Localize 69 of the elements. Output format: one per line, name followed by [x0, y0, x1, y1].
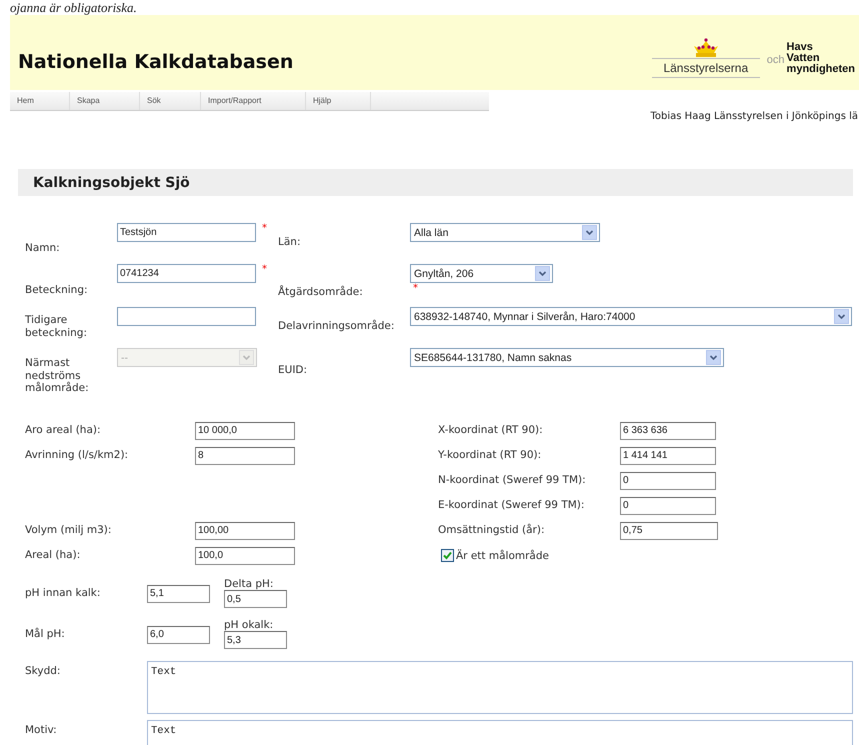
logo-text: Vatten [786, 53, 821, 64]
dropdown[interactable]: Alla län [410, 223, 600, 242]
site-title: Nationella Kalkdatabasen [18, 50, 294, 72]
field-label: Delta pH: [224, 579, 274, 590]
field-label: E-koordinat (Sweref 99 TM): [438, 499, 586, 512]
text-field[interactable]: 0741234 [117, 264, 256, 283]
field-label: Delavrinningsområde: [278, 320, 394, 333]
chevron-down-icon [535, 266, 550, 281]
text-field[interactable]: 0 [620, 472, 716, 490]
nav-link[interactable]: Skapa [70, 92, 140, 110]
chevron-down-icon [706, 350, 721, 365]
field-label: EUID: [278, 364, 308, 376]
field-label: Namn: [25, 242, 60, 255]
chevron-down-icon [239, 350, 254, 365]
text-field[interactable]: 1 414 141 [620, 446, 716, 464]
text-field[interactable]: 10 000,0 [195, 422, 295, 440]
field-label: Skydd: [25, 664, 62, 678]
field-label: Tidigare beteckning: [25, 314, 88, 340]
field-label: Motiv: [25, 723, 58, 737]
user-text: Tobias Haag Länsstyrelsen i Jönköpings lä [650, 111, 859, 122]
field-label: Åtgärdsområde: [278, 286, 363, 299]
text-field[interactable]: 0 [620, 496, 716, 514]
text-field[interactable]: 8 [195, 446, 295, 464]
field-label: N-koordinat (Sweref 99 TM): [438, 474, 587, 487]
field-label: Areal (ha): [25, 549, 82, 562]
text-field[interactable]: 100,0 [195, 546, 295, 564]
required-mark: * [262, 223, 267, 234]
field-label: Y-koordinat (RT 90): [438, 449, 542, 462]
field-label: Omsättningstid (år): [438, 524, 546, 537]
text-area[interactable]: Text [147, 661, 853, 714]
field-label: pH okalk: [224, 620, 274, 631]
required-mark: * [262, 264, 267, 275]
field-label: Volym (milj m3): [25, 524, 112, 537]
text-field[interactable]: 6 363 636 [620, 422, 716, 440]
field-label: Avrinning (l/s/km2): [25, 449, 130, 462]
text-field[interactable]: 5,3 [224, 631, 287, 649]
field-label: Aro areal (ha): [25, 424, 102, 437]
text-field[interactable]: 0,5 [224, 590, 287, 608]
dropdown[interactable]: 638932-148740, Mynnar i Silverån, Haro:74000 [410, 307, 852, 326]
caption-text: ojanna är obligatoriska. [9, 0, 138, 15]
text-field[interactable]: 6,0 [147, 626, 210, 644]
dropdown[interactable]: SE685644-131780, Namn saknas [410, 348, 724, 367]
logo-text: Länsstyrelserna [663, 60, 748, 74]
text-area[interactable]: Text [147, 720, 853, 745]
field-label: Mål pH: [25, 628, 66, 641]
logo-text: myndigheten [786, 64, 855, 75]
logo-text: Havs [786, 42, 814, 53]
chevron-down-icon [582, 225, 597, 240]
nav-link[interactable]: Sök [140, 92, 201, 110]
nav-link[interactable]: Hem [10, 92, 70, 110]
logo-text: och [766, 54, 785, 66]
checkbox-icon [441, 549, 454, 562]
nav-link[interactable]: Import/Rapport [201, 92, 306, 110]
nav-link[interactable]: Hjälp [306, 92, 371, 110]
section-title: Kalkningsobjekt Sjö [33, 174, 190, 190]
field-label: X-koordinat (RT 90): [438, 424, 544, 437]
field-label: Beteckning: [25, 284, 88, 297]
field-label: Närmast nedströms målområde: [25, 357, 90, 395]
chevron-down-icon [834, 309, 849, 324]
dropdown[interactable]: Gnyltån, 206 [410, 264, 553, 283]
checkbox[interactable]: Är ett målområde [441, 543, 718, 568]
text-field[interactable]: 0,75 [620, 522, 718, 540]
text-field[interactable]: 5,1 [147, 584, 210, 602]
field-label: Län: [278, 236, 300, 249]
text-field[interactable]: Testsjön [117, 223, 256, 242]
field-label: pH innan kalk: [25, 587, 102, 600]
text-field[interactable] [117, 307, 256, 326]
text-field[interactable]: 100,00 [195, 522, 295, 540]
required-mark: * [413, 283, 418, 294]
